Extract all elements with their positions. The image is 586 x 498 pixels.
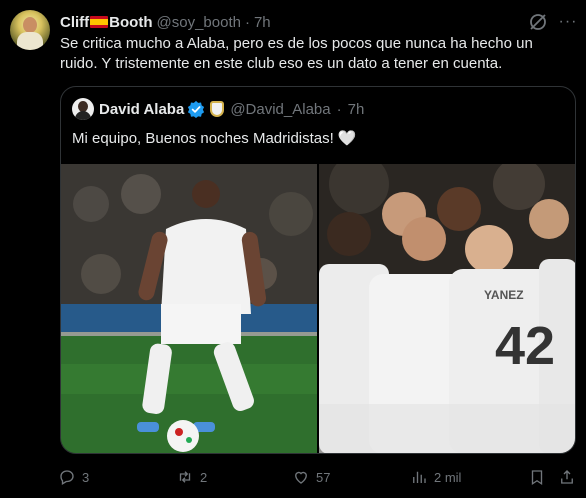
repost-icon — [179, 471, 191, 483]
repost-count: 2 — [200, 469, 208, 485]
more-icon[interactable]: ··· — [558, 12, 578, 32]
quoted-header: David Alaba @David_Alaba · 7h — [99, 99, 364, 119]
quoted-timestamp[interactable]: 7h — [348, 101, 365, 118]
photo-player-with-ball[interactable] — [61, 164, 317, 453]
share-icon — [561, 470, 573, 484]
spain-flag-icon — [90, 16, 109, 28]
bookmark-button[interactable] — [528, 466, 552, 488]
grok-icon[interactable] — [528, 12, 548, 32]
quoted-author-name[interactable]: David Alaba — [99, 101, 184, 118]
views-button[interactable]: 2 mil — [410, 466, 461, 488]
reply-count: 3 — [82, 469, 90, 485]
svg-text:42: 42 — [495, 316, 555, 376]
quoted-tweet[interactable]: David Alaba @David_Alaba · 7h Mi equipo,… — [60, 86, 576, 454]
bookmark-icon — [531, 470, 543, 486]
heart-icon — [295, 471, 307, 484]
repost-button[interactable]: 2 — [176, 466, 207, 488]
verified-badge-icon — [188, 100, 205, 118]
reply-button[interactable]: 3 — [58, 466, 89, 488]
author-name[interactable]: Cliff — [60, 14, 89, 31]
quoted-text: Mi equipo, Buenos noches Madridistas! 🤍 — [72, 129, 357, 149]
reply-icon — [60, 470, 74, 485]
separator-dot: · — [244, 13, 250, 31]
share-button[interactable] — [558, 466, 582, 488]
tweet-header: Cliff Booth @soy_booth · 7h — [60, 12, 271, 32]
tweet-text: Se critica mucho a Alaba, pero es de los… — [60, 35, 533, 72]
timestamp[interactable]: 7h — [254, 14, 271, 31]
quoted-text-body: Mi equipo, Buenos noches Madridistas! — [72, 130, 334, 147]
quoted-separator-dot: · — [336, 100, 342, 118]
quoted-avatar[interactable] — [72, 98, 94, 120]
views-icon — [413, 471, 426, 483]
svg-text:YANEZ: YANEZ — [484, 288, 524, 302]
views-count: 2 mil — [434, 469, 462, 485]
like-count: 57 — [316, 469, 331, 485]
author-handle[interactable]: @soy_booth — [157, 14, 241, 31]
real-madrid-crest-icon — [210, 101, 225, 117]
white-heart-emoji: 🤍 — [337, 130, 357, 147]
author-name-suffix[interactable]: Booth — [109, 14, 152, 31]
like-button[interactable]: 57 — [292, 466, 330, 488]
quoted-handle[interactable]: @David_Alaba — [230, 101, 330, 118]
action-bar: 3 2 57 2 mil — [58, 466, 578, 488]
avatar[interactable] — [10, 10, 50, 50]
photo-team-celebration[interactable]: 42 YANEZ — [319, 164, 575, 453]
